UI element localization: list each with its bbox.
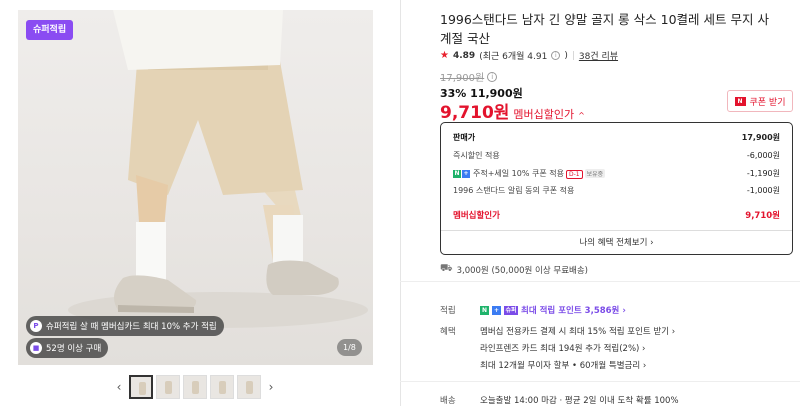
star-icon: ★: [440, 50, 449, 61]
breakdown-row-alert: 1996 스탠다드 알림 동의 쿠폰 적용 -1,000원: [453, 185, 780, 196]
breakdown-value: -6,000원: [746, 151, 780, 160]
breakdown-label: 즉시할인 적용: [453, 151, 500, 160]
section-divider: [400, 281, 800, 282]
original-price-value: 17,900원: [440, 73, 485, 84]
breakdown-row-coupon: N + 주적+세일 10% 쿠폰 적용 D-1 보유중 -1,190원: [453, 168, 780, 179]
membership-card-chip: P 슈퍼적립 살 때 멤버십카드 최대 10% 추가 적립: [26, 316, 224, 336]
thumbnail-2[interactable]: [156, 375, 180, 399]
super-points-badge: 슈퍼적립: [26, 20, 74, 40]
member-price-label: 멤버십할인가: [513, 108, 575, 121]
product-title: 1996스탠다드 남자 긴 양말 골지 롱 삭스 10켤레 세트 무지 사계절 …: [440, 12, 769, 46]
rating-score: 4.89: [452, 50, 476, 61]
super-icon: 슈퍼: [504, 305, 518, 315]
reviews-link[interactable]: 38건 리뷰: [579, 49, 618, 62]
coin-icon: P: [30, 320, 42, 332]
points-text: 최대 적립 포인트: [521, 306, 582, 316]
shipping-info: ⛟ 3,000원 (50,000원 이상 무료배송): [440, 263, 588, 276]
member-price-amount: 9,710원: [440, 103, 510, 123]
thumbnail-5[interactable]: [237, 375, 261, 399]
points-link[interactable]: N + 슈퍼 최대 적립 포인트 3,586원 ›: [480, 304, 626, 316]
shipping-text: 3,000원 (50,000원 이상 무료배송): [456, 265, 588, 276]
main-product-image[interactable]: [18, 10, 373, 365]
thumbnail-next-button[interactable]: ›: [264, 380, 278, 394]
breakdown-value: -1,190원: [746, 169, 780, 178]
dday-tag: D-1: [566, 170, 583, 179]
delivery-row: 배송 오늘출발 14:00 마감 · 평균 2일 이내 도착 확률 100%: [440, 394, 679, 406]
thumbnail-prev-button[interactable]: ‹: [112, 380, 126, 394]
naver-plus-icon: N +: [453, 169, 470, 178]
chevron-up-icon: ^: [578, 111, 585, 120]
benefit-line-2[interactable]: 라인프렌즈 카드 최대 194원 추가 적립(2%) ›: [480, 342, 675, 354]
points-key: 적립: [440, 306, 456, 316]
info-icon[interactable]: i: [551, 51, 561, 60]
delivery-text: 오늘출발 14:00 마감 · 평균 2일 이내 도착 확률 100%: [480, 396, 679, 406]
breakdown-row-instant: 즉시할인 적용 -6,000원: [453, 150, 780, 161]
recent-rating: (최근 6개월 4.91: [479, 52, 548, 62]
section-divider: [400, 381, 800, 382]
total-value: 9,710원: [745, 211, 780, 221]
plus-icon: +: [492, 305, 501, 315]
truck-icon: ⛟: [440, 263, 453, 274]
member-price[interactable]: 9,710원 멤버십할인가 ^: [440, 98, 585, 123]
coupon-button-label: 쿠폰 받기: [749, 97, 786, 108]
points-row: 적립 N + 슈퍼 최대 적립 포인트 3,586원 ›: [440, 304, 626, 316]
buyers-text: 52명 이상 구매: [46, 344, 102, 354]
bag-icon: ■: [30, 342, 42, 354]
coupon-icon: N: [734, 96, 746, 106]
model-photo: [68, 10, 368, 328]
breakdown-value: -1,000원: [746, 186, 780, 195]
coupon-button[interactable]: N 쿠폰 받기: [727, 90, 793, 112]
buyers-chip: ■ 52명 이상 구매: [26, 338, 109, 358]
total-label: 멤버십할인가: [453, 211, 500, 221]
product-gallery: 슈퍼적립 P 슈퍼적립 살 때 멤버십카드 최대 10% 추가 적립 ■ 52명…: [0, 0, 400, 406]
membership-card-text: 슈퍼적립 살 때 멤버십카드 최대 10% 추가 적립: [46, 322, 217, 332]
naver-icon: N: [480, 305, 489, 315]
price-info-icon[interactable]: i: [487, 71, 498, 82]
view-all-benefits-link[interactable]: 나의 혜택 전체보기 ›: [441, 231, 792, 256]
thumbnail-strip: ‹ ›: [112, 374, 278, 400]
rating-row: ★ 4.89 (최근 6개월 4.91 i) | 38건 리뷰: [440, 49, 618, 62]
breakdown-label: 주적+세일 10% 쿠폰 적용: [473, 169, 564, 178]
image-page-counter: 1/8: [337, 339, 362, 356]
breakdown-label: 1996 스탠다드 알림 동의 쿠폰 적용: [453, 186, 575, 195]
thumbnail-4[interactable]: [210, 375, 234, 399]
price-breakdown-box: 판매가 17,900원 즉시할인 적용 -6,000원 N + 주적+세일 10% …: [440, 122, 793, 255]
breakdown-value: 17,900원: [741, 133, 780, 142]
breakdown-row-total: 멤버십할인가 9,710원: [453, 209, 780, 221]
delivery-key: 배송: [440, 396, 456, 406]
recent-rating-end: ): [564, 50, 568, 61]
owned-tag: 보유중: [584, 169, 606, 178]
breakdown-label: 판매가: [453, 133, 476, 142]
benefit-line-3[interactable]: 최대 12개월 무이자 할부 • 60개월 특별금리 ›: [480, 359, 675, 371]
rating-separator: |: [571, 50, 575, 61]
breakdown-row-base: 판매가 17,900원: [453, 132, 780, 143]
benefit-line-1[interactable]: 멤버십 전용카드 결제 시 최대 15% 적립 포인트 받기 ›: [480, 325, 675, 337]
points-value: 3,586원 ›: [584, 306, 626, 316]
original-price: 17,900원 i: [440, 69, 498, 84]
thumbnail-3[interactable]: [183, 375, 207, 399]
product-page: 슈퍼적립 P 슈퍼적립 살 때 멤버십카드 최대 10% 추가 적립 ■ 52명…: [0, 0, 800, 406]
benefits-row: 혜택 멤버십 전용카드 결제 시 최대 15% 적립 포인트 받기 › 라인프렌…: [440, 325, 675, 371]
pane-divider: [400, 0, 401, 406]
benefits-key: 혜택: [440, 327, 456, 337]
thumbnail-1[interactable]: [129, 375, 153, 399]
